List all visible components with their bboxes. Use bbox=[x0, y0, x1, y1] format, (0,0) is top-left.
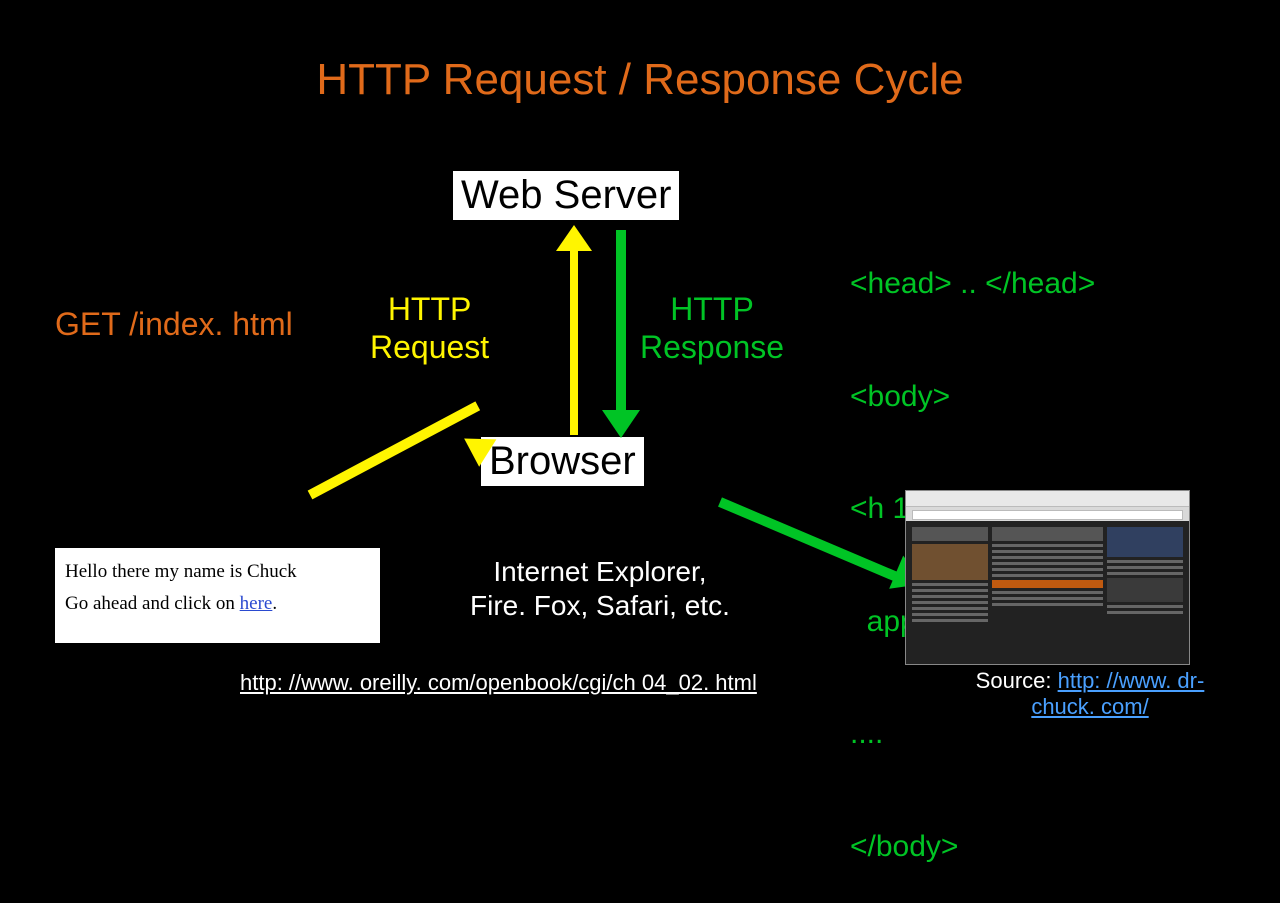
thumb-block bbox=[912, 527, 988, 541]
thumb-block bbox=[1107, 527, 1183, 557]
arrow-response-down bbox=[616, 230, 626, 415]
node-browser: Browser bbox=[480, 436, 645, 487]
thumb-body bbox=[906, 521, 1189, 664]
thumb-block bbox=[992, 597, 1102, 600]
arrowhead-request-up bbox=[556, 225, 592, 251]
thumb-block bbox=[912, 601, 988, 604]
source-link-l1: http: //www. dr- bbox=[1058, 668, 1205, 693]
thumb-block bbox=[912, 607, 988, 610]
node-web-server: Web Server bbox=[452, 170, 680, 221]
snippet-line1: Hello there my name is Chuck bbox=[65, 556, 370, 588]
thumb-block bbox=[992, 527, 1102, 541]
payload-line: <body> bbox=[850, 378, 1133, 416]
source-citation: Source: http: //www. dr-chuck. com/ bbox=[940, 668, 1240, 720]
label-http-response-l2: Response bbox=[640, 328, 784, 366]
thumb-block bbox=[992, 603, 1102, 606]
label-http-request: HTTP Request bbox=[370, 290, 489, 367]
thumb-block bbox=[992, 580, 1102, 588]
label-http-request-l2: Request bbox=[370, 328, 489, 366]
thumb-window-chrome bbox=[906, 491, 1189, 507]
thumb-block bbox=[992, 562, 1102, 565]
source-link[interactable]: http: //www. dr-chuck. com/ bbox=[1031, 668, 1204, 719]
snippet-here-link[interactable]: here bbox=[240, 593, 273, 614]
footer-reference-link[interactable]: http: //www. oreilly. com/openbook/cgi/c… bbox=[240, 670, 757, 696]
arrow-request-up bbox=[570, 245, 578, 435]
source-link-l2: chuck. com/ bbox=[1031, 694, 1148, 719]
thumb-block bbox=[992, 544, 1102, 547]
label-browser-examples: Internet Explorer, Fire. Fox, Safari, et… bbox=[470, 555, 730, 622]
label-get-request: GET /index. html bbox=[55, 305, 293, 343]
label-browser-examples-l1: Internet Explorer, bbox=[470, 555, 730, 589]
thumb-address-bar bbox=[912, 510, 1183, 520]
label-browser-examples-l2: Fire. Fox, Safari, etc. bbox=[470, 589, 730, 623]
thumb-block bbox=[1107, 572, 1183, 575]
thumb-block bbox=[912, 595, 988, 598]
arrowhead-response-down bbox=[602, 410, 640, 438]
payload-line: </body> bbox=[850, 828, 1133, 866]
thumb-block bbox=[912, 544, 988, 580]
thumb-block bbox=[1107, 566, 1183, 569]
rendered-page-thumbnail bbox=[905, 490, 1190, 665]
label-http-response: HTTP Response bbox=[640, 290, 784, 367]
payload-line: .... bbox=[850, 715, 1133, 753]
payload-line: <head> .. </head> bbox=[850, 265, 1133, 303]
thumb-block bbox=[912, 583, 988, 586]
snippet-line2-prefix: Go ahead and click on bbox=[65, 593, 240, 614]
thumb-block bbox=[992, 568, 1102, 571]
slide-title: HTTP Request / Response Cycle bbox=[0, 0, 1280, 105]
thumb-block bbox=[992, 574, 1102, 577]
thumb-block bbox=[992, 556, 1102, 559]
thumb-block bbox=[992, 550, 1102, 553]
thumb-block bbox=[992, 591, 1102, 594]
label-http-response-l1: HTTP bbox=[640, 290, 784, 328]
thumb-block bbox=[1107, 578, 1183, 602]
thumb-block bbox=[912, 619, 988, 622]
snippet-line2-suffix: . bbox=[272, 593, 277, 614]
thumb-block bbox=[1107, 560, 1183, 563]
thumb-block bbox=[1107, 605, 1183, 608]
thumb-block bbox=[912, 613, 988, 616]
label-http-request-l1: HTTP bbox=[370, 290, 489, 328]
arrow-click-to-browser bbox=[308, 401, 480, 499]
source-prefix: Source: bbox=[976, 668, 1058, 693]
thumb-block bbox=[912, 589, 988, 592]
thumb-block bbox=[1107, 611, 1183, 614]
sample-page-snippet: Hello there my name is Chuck Go ahead an… bbox=[55, 548, 380, 643]
snippet-line2: Go ahead and click on here. bbox=[65, 588, 370, 620]
